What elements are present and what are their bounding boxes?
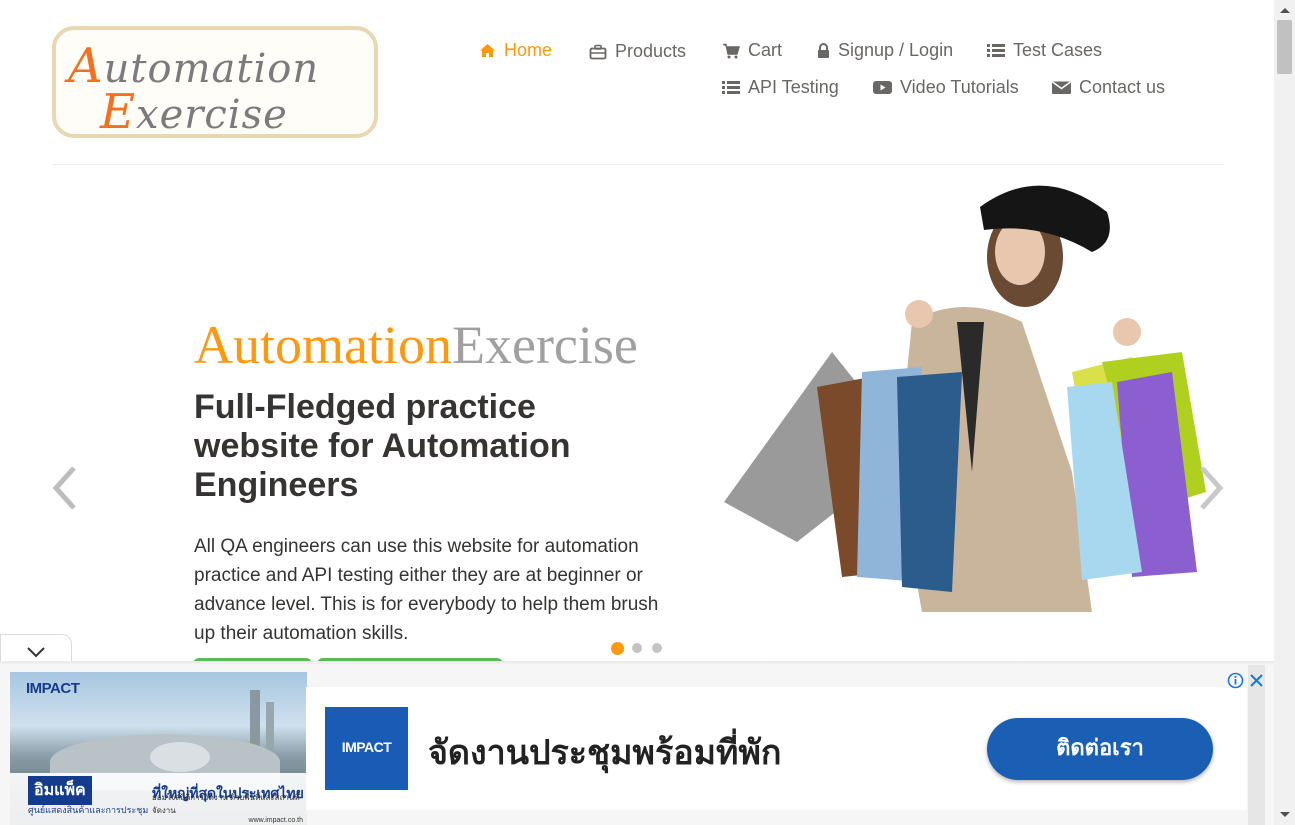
youtube-icon <box>873 81 892 94</box>
ad-logo: IMPACT <box>325 707 408 790</box>
ad-photo-small-text: ยอมใจสถิติการจัดงาน ด้วยพื้นที่และสถานที… <box>152 793 300 815</box>
ad-collapse-button[interactable] <box>0 634 72 664</box>
nav-home[interactable]: Home <box>479 40 552 61</box>
logo-initial-a: A <box>68 38 104 94</box>
list-icon <box>987 44 1005 57</box>
ad-photo-brand: IMPACT <box>26 680 80 697</box>
page-scrollbar[interactable] <box>1274 0 1295 825</box>
ad-photo-tower <box>250 690 260 750</box>
carousel-dot-1[interactable] <box>611 642 624 655</box>
ad-photo-tower-2 <box>266 702 274 752</box>
hero-heading: Full-Fledged practice website for Automa… <box>194 388 571 504</box>
hero-brand-part-1: Automation <box>194 315 452 375</box>
logo-line-2: Exercise <box>100 84 288 140</box>
hero-model-image <box>724 185 1206 612</box>
hero-brand-part-2: Exercise <box>451 315 638 375</box>
ad-photo-dome <box>150 742 210 772</box>
nav-products-label: Products <box>615 41 687 61</box>
nav-api-testing[interactable]: API Testing <box>722 77 839 98</box>
ad-info-icon[interactable] <box>1227 672 1244 689</box>
nav-contact-us-label: Contact us <box>1079 77 1166 97</box>
ad-close-icon[interactable] <box>1248 672 1265 689</box>
carousel-next-icon[interactable] <box>1198 466 1226 510</box>
ad-banner[interactable]: IMPACT อิมแพ็ค ศูนย์แสดงสินค้าและการประช… <box>0 665 1274 825</box>
carousel-dot-2[interactable] <box>632 643 642 653</box>
list-icon <box>722 81 740 94</box>
nav-products[interactable]: Products <box>589 41 686 62</box>
logo-initial-e: E <box>100 84 137 140</box>
hero-brand-title: AutomationExercise <box>194 314 638 376</box>
ad-cta-button[interactable]: ติดต่อเรา <box>987 718 1213 780</box>
nav-test-cases-label: Test Cases <box>1013 40 1103 60</box>
scroll-down-icon[interactable] <box>1280 812 1290 817</box>
ad-photo-subtitle: ศูนย์แสดงสินค้าและการประชุม <box>28 805 149 815</box>
scroll-thumb[interactable] <box>1277 20 1292 74</box>
scroll-up-icon[interactable] <box>1280 8 1290 13</box>
ad-card[interactable]: IMPACT จัดงานประชุมพร้อมที่พัก ติดต่อเรา <box>306 687 1247 810</box>
nav-cart[interactable]: Cart <box>722 40 782 61</box>
nav-home-label: Home <box>504 40 553 60</box>
nav-video-tutorials-label: Video Tutorials <box>900 77 1019 97</box>
home-icon <box>480 44 495 57</box>
carousel-dot-3[interactable] <box>652 643 662 653</box>
nav-signup-login[interactable]: Signup / Login <box>817 40 953 61</box>
nav-test-cases[interactable]: Test Cases <box>987 40 1102 61</box>
header-divider <box>52 164 1224 165</box>
lock-icon <box>818 42 829 58</box>
logo-word-2: xercise <box>136 92 288 138</box>
chevron-down-icon <box>27 647 45 658</box>
nav-video-tutorials[interactable]: Video Tutorials <box>873 77 1019 98</box>
ad-side-strip <box>1248 665 1265 825</box>
ad-headline: จัดงานประชุมพร้อมที่พัก <box>428 733 782 773</box>
nav-api-testing-label: API Testing <box>748 77 839 97</box>
ad-photo-badge: อิมแพ็ค <box>28 776 92 805</box>
ad-photo[interactable]: IMPACT อิมแพ็ค ศูนย์แสดงสินค้าและการประช… <box>10 672 307 825</box>
nav-contact-us[interactable]: Contact us <box>1052 77 1165 98</box>
nav-signup-login-label: Signup / Login <box>838 40 954 60</box>
cart-icon <box>723 43 740 58</box>
nav-cart-label: Cart <box>748 40 783 60</box>
carousel-prev-icon[interactable] <box>50 466 78 510</box>
briefcase-icon <box>589 44 607 59</box>
envelope-icon <box>1052 81 1071 94</box>
hero-description: All QA engineers can use this website fo… <box>194 536 659 644</box>
site-logo[interactable]: Automation Exercise <box>52 26 378 140</box>
ad-photo-url: www.impact.co.th <box>248 817 303 824</box>
